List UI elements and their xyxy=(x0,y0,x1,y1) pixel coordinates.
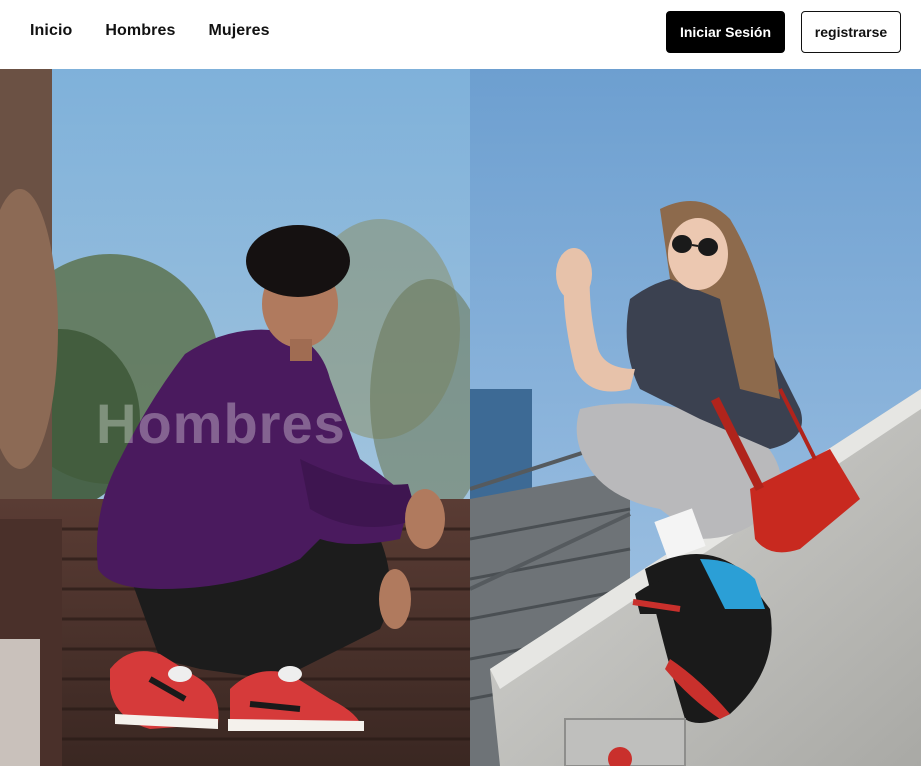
women-photo xyxy=(470,69,921,766)
men-panel-title: Hombres xyxy=(96,392,346,455)
top-navbar: Inicio Hombres Mujeres Iniciar Sesión re… xyxy=(0,0,921,69)
nav-links: Inicio Hombres Mujeres xyxy=(30,0,270,62)
women-category-panel[interactable] xyxy=(470,69,921,766)
men-category-panel[interactable]: Hombres xyxy=(0,69,470,766)
nav-link-mujeres[interactable]: Mujeres xyxy=(208,22,269,40)
login-button[interactable]: Iniciar Sesión xyxy=(666,11,785,53)
hero-section: Hombres xyxy=(0,69,921,766)
nav-link-hombres[interactable]: Hombres xyxy=(105,22,175,40)
nav-link-inicio[interactable]: Inicio xyxy=(30,22,72,40)
register-button[interactable]: registrarse xyxy=(801,11,901,53)
